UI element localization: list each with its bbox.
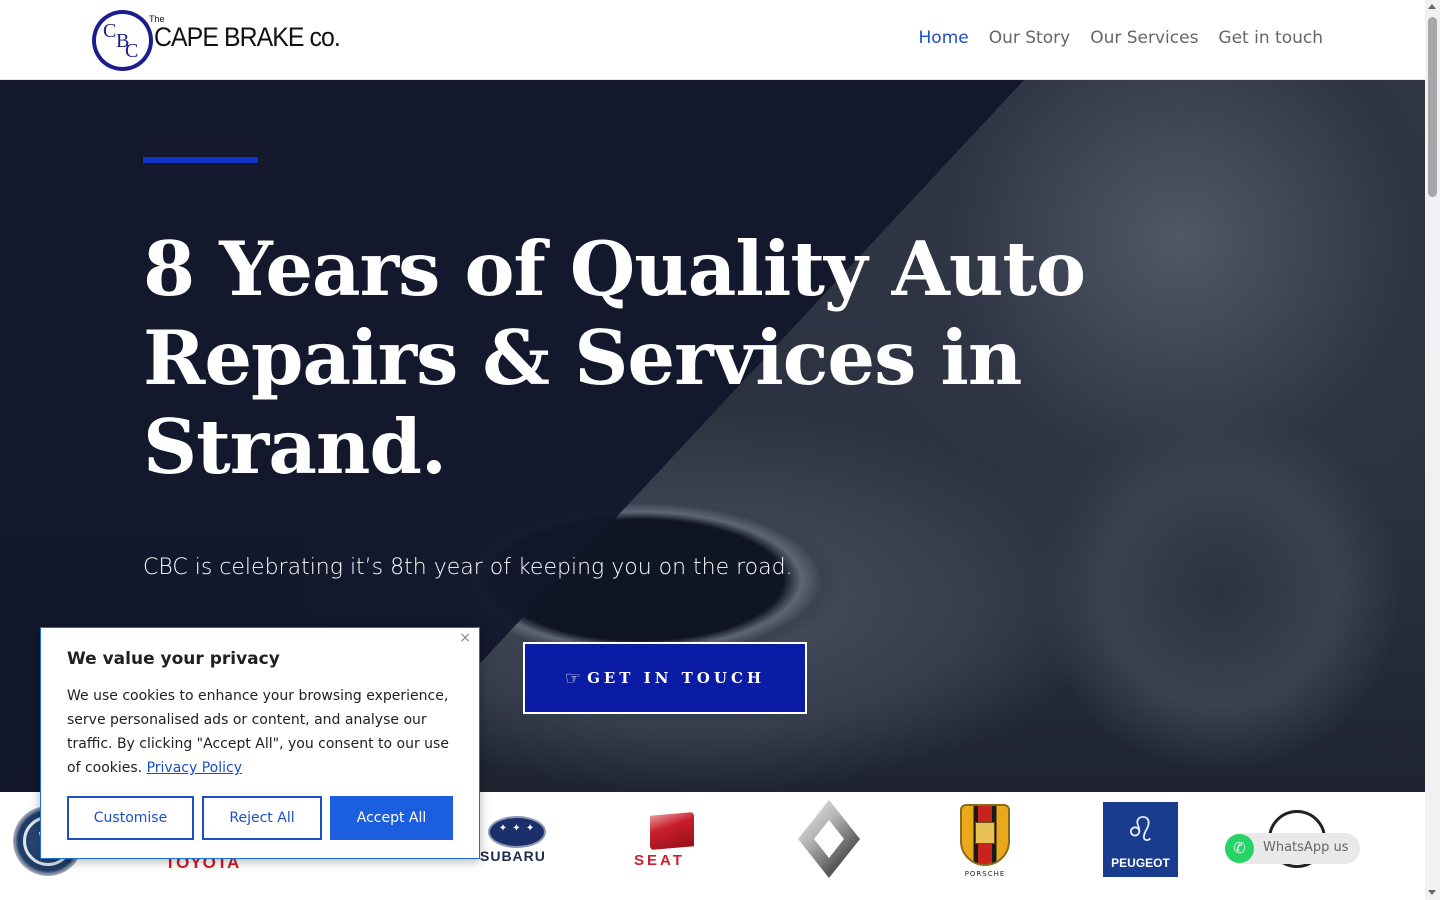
pointing-hand-icon: ☞ xyxy=(564,667,582,689)
cookie-text: We use cookies to enhance your browsing … xyxy=(67,684,463,780)
scrollbar-thumb[interactable] xyxy=(1428,17,1437,197)
site-logo[interactable]: C B C The CAPE BRAKE co. xyxy=(92,9,352,71)
nav-home[interactable]: Home xyxy=(919,28,969,48)
privacy-policy-link[interactable]: Privacy Policy xyxy=(147,760,242,776)
page-scrollbar[interactable] xyxy=(1425,0,1440,900)
accept-all-button[interactable]: Accept All xyxy=(330,796,453,840)
logo-name: CAPE BRAKE co. xyxy=(154,22,341,52)
logo-monogram-c1: C xyxy=(103,20,117,42)
site-header: C B C The CAPE BRAKE co. Home Our Story … xyxy=(0,0,1425,80)
renault-logo xyxy=(798,800,860,878)
logo-monogram: C B C xyxy=(92,10,153,71)
hero-accent-bar xyxy=(143,157,258,163)
scroll-down-arrow-icon[interactable] xyxy=(1428,890,1436,895)
cookie-title: We value your privacy xyxy=(67,649,280,669)
cta-label: GET IN TOUCH xyxy=(587,669,766,687)
cookie-body-text: We use cookies to enhance your browsing … xyxy=(67,688,449,776)
customise-button[interactable]: Customise xyxy=(67,796,194,840)
get-in-touch-button[interactable]: ☞ GET IN TOUCH xyxy=(523,642,807,714)
cookie-consent-dialog: × We value your privacy We use cookies t… xyxy=(40,627,480,859)
main-nav: Home Our Story Our Services Get in touch xyxy=(919,28,1323,48)
nav-our-story[interactable]: Our Story xyxy=(989,28,1070,48)
hero-title: 8 Years of Quality Auto Repairs & Servic… xyxy=(143,225,1086,491)
peugeot-logo: ♌ PEUGEOT xyxy=(1103,802,1178,877)
porsche-logo: PORSCHE xyxy=(956,800,1014,880)
logo-monogram-c2: C xyxy=(125,40,139,62)
nav-get-in-touch[interactable]: Get in touch xyxy=(1218,28,1323,48)
hero-subtitle: CBC is celebrating it’s 8th year of keep… xyxy=(143,555,793,580)
subaru-logo: ✦ ✦ ✦ SUBARU xyxy=(480,816,554,864)
scroll-up-arrow-icon[interactable] xyxy=(1428,4,1436,9)
reject-all-button[interactable]: Reject All xyxy=(202,796,322,840)
whatsapp-icon: ✆ xyxy=(1225,834,1254,863)
close-icon[interactable]: × xyxy=(459,630,471,646)
nav-our-services[interactable]: Our Services xyxy=(1090,28,1198,48)
seat-logo: SEAT xyxy=(634,810,710,870)
whatsapp-button[interactable]: ✆ WhatsApp us xyxy=(1225,833,1360,864)
whatsapp-label: WhatsApp us xyxy=(1263,840,1349,855)
